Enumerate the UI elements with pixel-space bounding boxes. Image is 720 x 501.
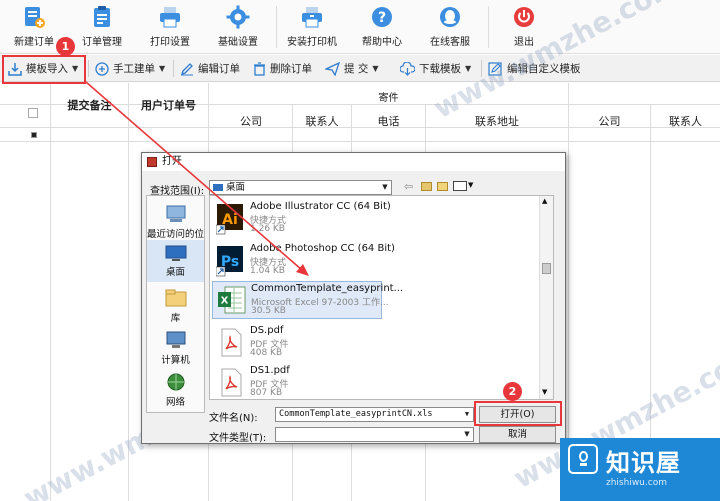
annotation-arrow [85, 81, 309, 276]
brand-logo: 知识屋 zhishiwu.com [560, 438, 720, 501]
app-window: 新建订单 订单管理 打印设置 基础设置 安装打印机 ? 帮助中心 在线客服 退出… [0, 0, 720, 501]
brand-url: zhishiwu.com [606, 478, 667, 488]
lightbulb-icon [568, 444, 598, 474]
brand-name: 知识屋 [606, 449, 681, 477]
